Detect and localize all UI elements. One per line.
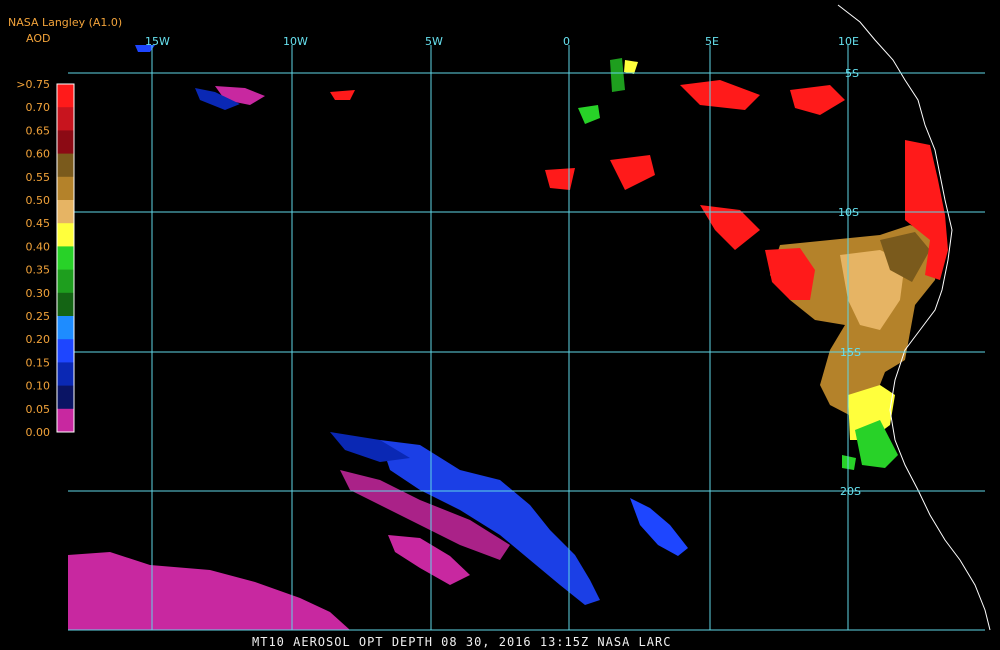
- color-scale-swatch: [57, 269, 74, 294]
- color-scale-swatch: [57, 84, 74, 108]
- color-scale-swatch: [57, 223, 74, 247]
- color-scale-label: 0.05: [26, 403, 51, 416]
- color-scale-label: 0.10: [26, 380, 51, 393]
- color-scale-swatch: [57, 153, 74, 178]
- lon-label: 15W: [145, 35, 170, 48]
- color-scale-swatch: [57, 292, 74, 317]
- color-scale-swatch: [57, 316, 74, 340]
- lon-label: 10E: [838, 35, 859, 48]
- color-scale-label: 0.65: [26, 124, 51, 137]
- color-scale-swatch: [57, 107, 74, 131]
- color-scale-label: 0.60: [26, 148, 51, 161]
- color-scale-label: 0.20: [26, 333, 51, 346]
- color-scale-swatch: [57, 200, 74, 224]
- color-scale-label: 0.40: [26, 240, 51, 253]
- lat-label: 10S: [838, 206, 859, 219]
- color-scale-swatch: [57, 339, 74, 363]
- color-scale-swatch: [57, 130, 74, 155]
- lon-label: 5W: [425, 35, 443, 48]
- color-scale-swatch: [57, 362, 74, 387]
- color-scale-label: 0.55: [26, 171, 51, 184]
- color-scale-label: 0.45: [26, 217, 51, 230]
- color-scale-swatch: [57, 176, 74, 201]
- lat-label: 15S: [840, 346, 861, 359]
- color-scale-label: 0.25: [26, 310, 51, 323]
- color-scale-label: 0.15: [26, 356, 51, 369]
- lat-label: 5S: [845, 67, 859, 80]
- lon-label: 10W: [283, 35, 308, 48]
- lat-label: 20S: [840, 485, 861, 498]
- color-scale-label: >0.75: [16, 78, 50, 91]
- footer-caption: MT10 AEROSOL OPT DEPTH 08 30, 2016 13:15…: [252, 635, 671, 649]
- aerosol-map: 15W 10W 5W 0 5E 10E 5S 10S 15S 20S >0.75…: [0, 0, 1000, 650]
- color-scale-label: 0.50: [26, 194, 51, 207]
- color-scale-swatch: [57, 408, 74, 433]
- color-scale-swatch: [57, 246, 74, 271]
- lon-label: 5E: [705, 35, 719, 48]
- product-label: AOD: [26, 32, 51, 45]
- color-scale-label: 0.00: [26, 426, 51, 439]
- color-scale-label: 0.30: [26, 287, 51, 300]
- color-scale-label: 0.70: [26, 101, 51, 114]
- color-scale-swatch: [57, 385, 74, 410]
- color-scale-label: 0.35: [26, 264, 51, 277]
- source-title: NASA Langley (A1.0): [8, 16, 123, 29]
- lon-label: 0: [563, 35, 570, 48]
